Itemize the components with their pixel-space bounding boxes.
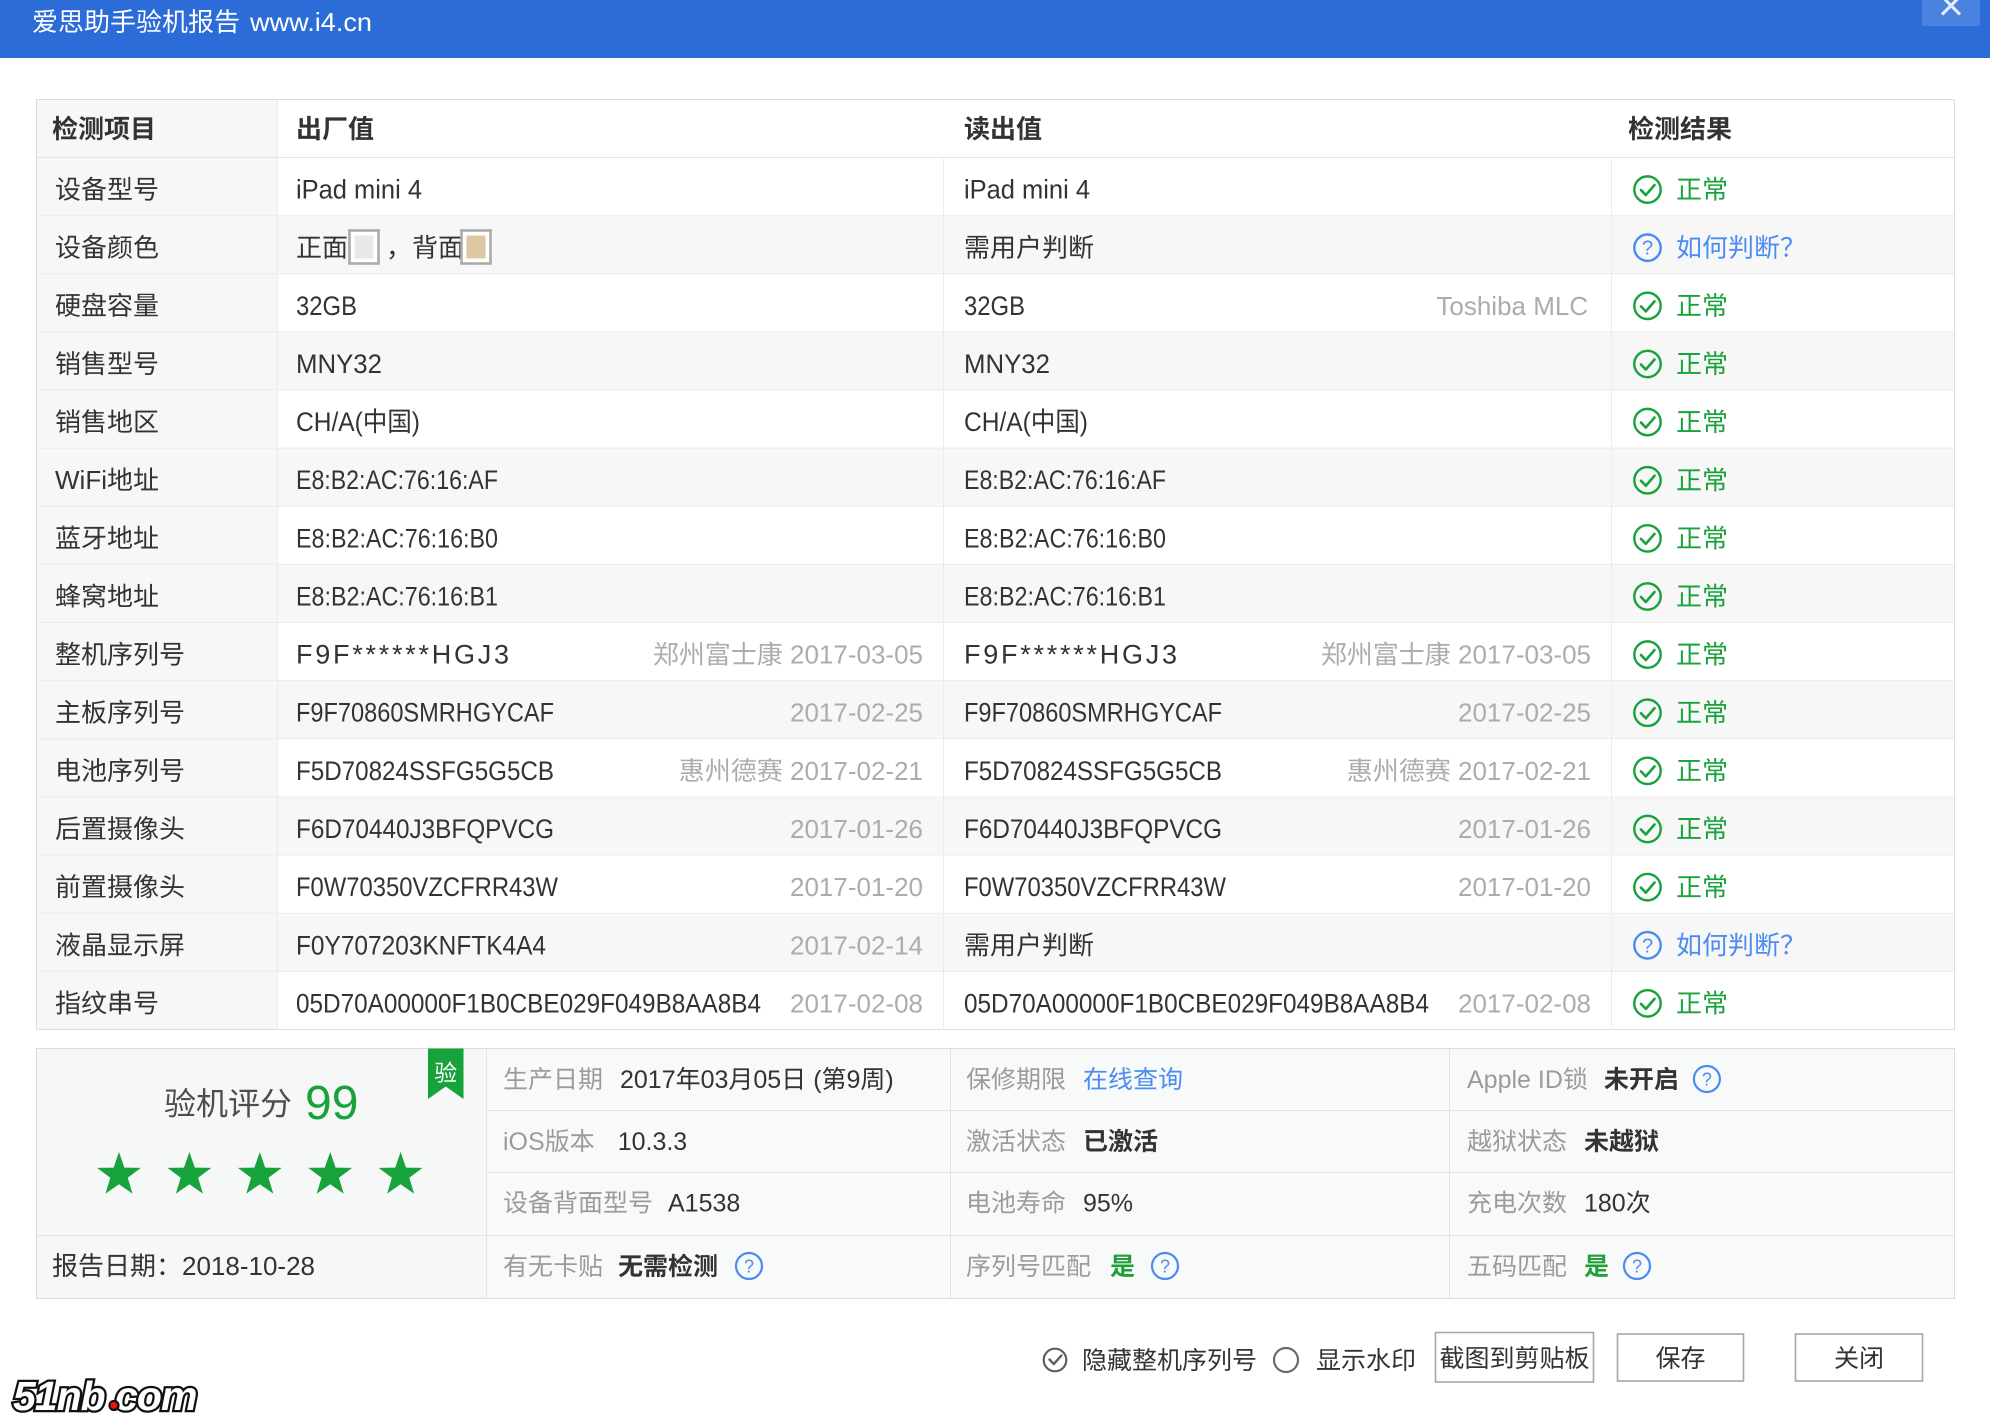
svg-text:2017-01-20: 2017-01-20 [1458, 872, 1591, 902]
svg-text:F6D70440J3BFQPVCG: F6D70440J3BFQPVCG [296, 814, 554, 844]
svg-text:2017-01-26: 2017-01-26 [1458, 814, 1591, 844]
svg-text:CH/A(: CH/A( [296, 407, 363, 437]
svg-text:10.3.3: 10.3.3 [618, 1128, 688, 1156]
svg-text:95%: 95% [1083, 1190, 1133, 1218]
svg-text:2017-02-25: 2017-02-25 [790, 698, 923, 728]
svg-text:): ) [1080, 407, 1088, 437]
svg-text:F5D70824SSFG5G5CB: F5D70824SSFG5G5CB [964, 756, 1222, 786]
svg-text:9: 9 [847, 1066, 861, 1094]
svg-text:Apple ID: Apple ID [1467, 1066, 1563, 1094]
svg-text:A1538: A1538 [668, 1190, 740, 1218]
svg-text:2017-02-25: 2017-02-25 [1458, 698, 1591, 728]
svg-text:05D70A00000F1B0CBE029F049B8AA8: 05D70A00000F1B0CBE029F049B8AA8B4 [296, 988, 761, 1018]
svg-text:iPad mini 4: iPad mini 4 [296, 175, 422, 205]
svg-text:03: 03 [701, 1066, 729, 1094]
svg-text:MNY32: MNY32 [296, 349, 382, 379]
svg-text:E8:B2:AC:76:16:B1: E8:B2:AC:76:16:B1 [296, 582, 498, 612]
svg-text:180: 180 [1584, 1190, 1626, 1218]
svg-text:E8:B2:AC:76:16:B1: E8:B2:AC:76:16:B1 [964, 582, 1166, 612]
svg-text:2017-02-08: 2017-02-08 [1458, 988, 1591, 1018]
svg-text:2017-02-14: 2017-02-14 [790, 930, 923, 960]
svg-text:2018-10-28: 2018-10-28 [182, 1251, 315, 1281]
svg-text:2017-03-05: 2017-03-05 [1458, 640, 1591, 670]
svg-text:F0Y707203KNFTK4A4: F0Y707203KNFTK4A4 [296, 930, 546, 960]
svg-text:32GB: 32GB [964, 291, 1025, 321]
svg-text:(: ( [813, 1066, 822, 1094]
svg-text:Toshiba MLC: Toshiba MLC [1436, 291, 1588, 321]
svg-text:www.i4.cn: www.i4.cn [249, 7, 372, 37]
svg-text:CH/A(: CH/A( [964, 407, 1031, 437]
svg-text:F0W70350VZCFRR43W: F0W70350VZCFRR43W [296, 872, 558, 902]
svg-text:51nb com: 51nb com [13, 1373, 196, 1418]
svg-text:WiFi: WiFi [55, 465, 107, 495]
svg-text:2017-02-21: 2017-02-21 [1458, 756, 1591, 786]
svg-text:?: ? [1642, 238, 1653, 260]
svg-text:2017: 2017 [620, 1066, 676, 1094]
svg-text:2017-03-05: 2017-03-05 [790, 640, 923, 670]
svg-text:E8:B2:AC:76:16:B0: E8:B2:AC:76:16:B0 [964, 523, 1166, 553]
svg-text:F0W70350VZCFRR43W: F0W70350VZCFRR43W [964, 872, 1226, 902]
svg-text:32GB: 32GB [296, 291, 357, 321]
svg-text:05: 05 [753, 1066, 781, 1094]
svg-text:F6D70440J3BFQPVCG: F6D70440J3BFQPVCG [964, 814, 1222, 844]
svg-text:?: ? [1702, 1070, 1712, 1090]
svg-text:2017-01-20: 2017-01-20 [790, 872, 923, 902]
svg-text:?: ? [1160, 1257, 1170, 1277]
svg-text:F5D70824SSFG5G5CB: F5D70824SSFG5G5CB [296, 756, 554, 786]
svg-text:99: 99 [305, 1077, 358, 1130]
svg-text:2017-02-08: 2017-02-08 [790, 988, 923, 1018]
svg-text:2017-01-26: 2017-01-26 [790, 814, 923, 844]
svg-text:05D70A00000F1B0CBE029F049B8AA8: 05D70A00000F1B0CBE029F049B8AA8B4 [964, 988, 1429, 1018]
svg-text:E8:B2:AC:76:16:AF: E8:B2:AC:76:16:AF [964, 465, 1166, 495]
svg-text:MNY32: MNY32 [964, 349, 1050, 379]
svg-text:F9F******HGJ3: F9F******HGJ3 [296, 640, 509, 670]
svg-text:F9F******HGJ3: F9F******HGJ3 [964, 640, 1177, 670]
svg-text:2017-02-21: 2017-02-21 [790, 756, 923, 786]
svg-text:iOS: iOS [503, 1128, 545, 1156]
svg-text:iPad mini 4: iPad mini 4 [964, 175, 1090, 205]
svg-text:F9F70860SMRHGYCAF: F9F70860SMRHGYCAF [964, 698, 1222, 728]
svg-text:E8:B2:AC:76:16:B0: E8:B2:AC:76:16:B0 [296, 523, 498, 553]
svg-text:F9F70860SMRHGYCAF: F9F70860SMRHGYCAF [296, 698, 554, 728]
svg-text:?: ? [744, 1257, 754, 1277]
svg-text:?: ? [1632, 1257, 1642, 1277]
svg-text:E8:B2:AC:76:16:AF: E8:B2:AC:76:16:AF [296, 465, 498, 495]
svg-text:): ) [885, 1066, 893, 1094]
svg-text:): ) [412, 407, 420, 437]
